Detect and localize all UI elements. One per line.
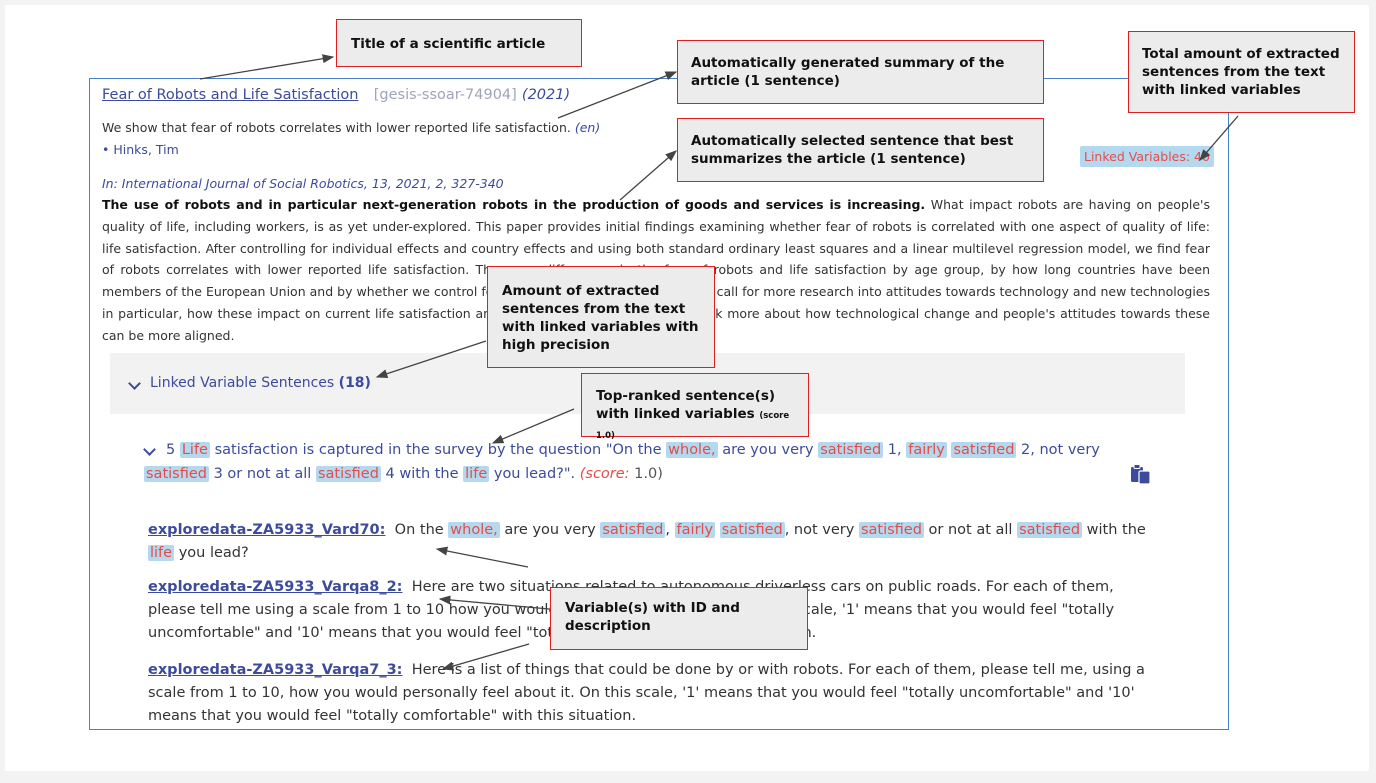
arrow-high-precision [375,340,487,379]
arrow-title [199,54,335,80]
arrow-variable-2 [438,595,550,610]
arrow-summary [557,71,678,119]
arrow-total [1199,115,1239,161]
annotation-arrows [199,54,1239,671]
arrow-variable-1 [435,546,529,568]
arrow-top-ranked [491,408,575,444]
arrow-variable-3 [441,643,530,671]
arrow-best-sentence [619,150,677,201]
